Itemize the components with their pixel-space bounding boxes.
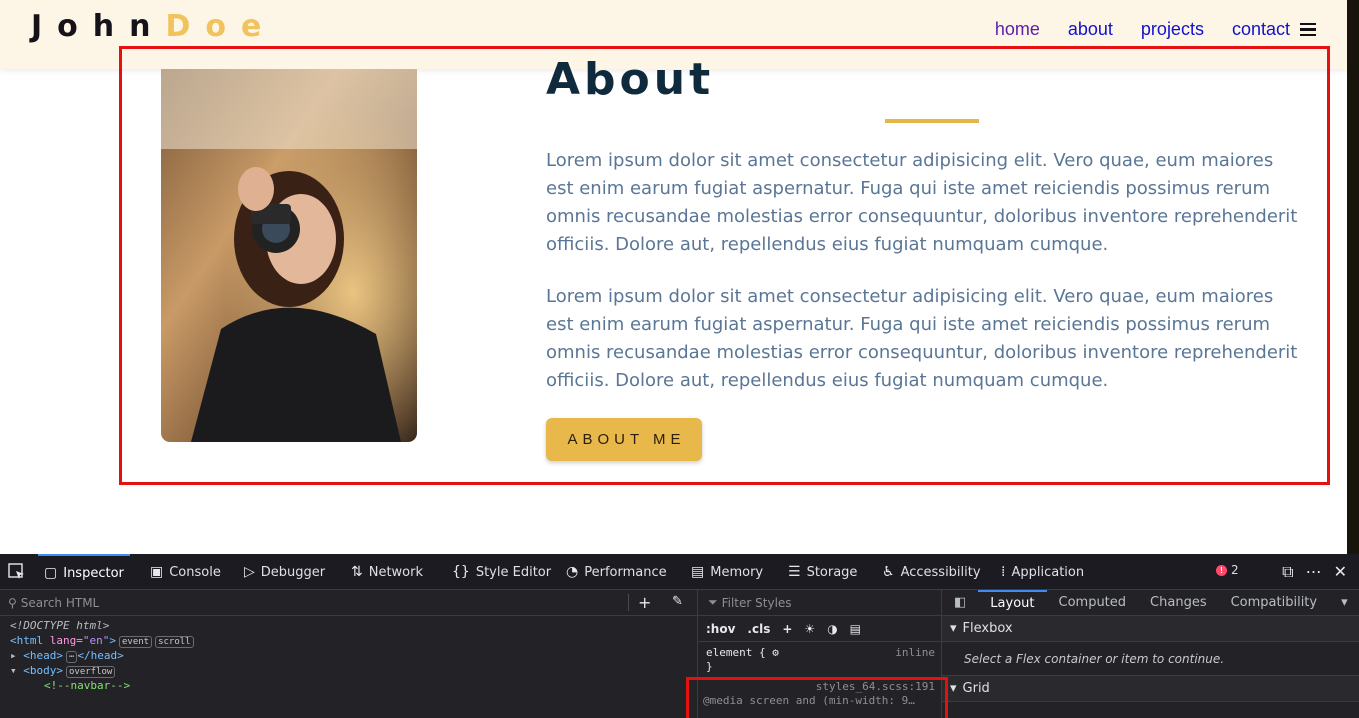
error-count-badge[interactable]: ! 2 <box>1216 563 1239 577</box>
page: JohnDoe home about projects contact Abou… <box>0 0 1359 718</box>
dark-mode-icon[interactable]: ◑ <box>827 622 837 636</box>
tab-network[interactable]: ⇅ Network <box>351 554 423 590</box>
html-pane: ⚲ Search HTML + ✎ <!DOCTYPE html> <html … <box>0 590 698 718</box>
error-icon: ! <box>1216 564 1227 576</box>
element-picker-icon[interactable] <box>8 563 26 581</box>
nav-link-projects[interactable]: projects <box>1141 19 1204 40</box>
performance-icon: ◔ <box>566 564 579 580</box>
search-html-bar: ⚲ Search HTML + ✎ <box>0 590 698 616</box>
gear-icon[interactable]: ⚙ <box>772 646 779 659</box>
search-html-input[interactable]: Search HTML <box>21 596 99 610</box>
memory-icon: ▤ <box>691 564 705 580</box>
filter-styles-input[interactable]: Filter Styles <box>722 596 792 610</box>
style-editor-icon: {} <box>452 564 470 580</box>
add-node-icon[interactable]: + <box>638 593 651 612</box>
toggle-sidebar-icon[interactable]: ◧ <box>942 590 978 616</box>
layout-pane: ◧ Layout Computed Changes Compatibility … <box>942 589 1359 718</box>
tab-debugger[interactable]: ▷ Debugger <box>244 554 325 590</box>
tab-changes[interactable]: Changes <box>1138 590 1219 616</box>
tab-application[interactable]: ⁞ Application <box>1001 554 1084 590</box>
search-icon: ⚲ <box>8 595 17 610</box>
nav-links: home about projects contact <box>967 19 1316 40</box>
devtools-panel: ▢ Inspector ▣ Console ▷ Debugger ⇅ Network {… <box>0 554 1359 718</box>
layout-tabs: ◧ Layout Computed Changes Compatibility … <box>942 589 1359 616</box>
inspector-icon: ▢ <box>44 565 58 581</box>
devtools-window-controls: ⧉ ⋯ ✕ <box>1282 562 1347 582</box>
code-line-comment[interactable]: <!--navbar--> <box>44 678 130 693</box>
logo-last-name: Doe <box>165 9 277 44</box>
code-line-html[interactable]: <html lang="en"> event scroll <box>10 633 194 648</box>
logo-first-name: John <box>31 9 166 44</box>
tab-storage[interactable]: ☰ Storage <box>788 554 857 590</box>
tab-computed[interactable]: Computed <box>1047 590 1139 616</box>
filter-icon: ⏷ <box>708 595 718 609</box>
nav-link-contact[interactable]: contact <box>1232 19 1290 40</box>
grid-section-header[interactable]: ▾ Grid <box>942 676 1359 702</box>
code-line-head[interactable]: ▸ <head> ⋯ </head> <box>10 648 124 663</box>
hamburger-menu-icon[interactable] <box>1300 22 1316 37</box>
tab-layout[interactable]: Layout <box>978 589 1047 616</box>
tab-console[interactable]: ▣ Console <box>150 554 221 590</box>
tab-performance[interactable]: ◔ Performance <box>566 554 667 590</box>
storage-icon: ☰ <box>788 564 801 580</box>
code-line-body[interactable]: ▾ <body> overflow <box>10 663 116 678</box>
code-line-doctype[interactable]: <!DOCTYPE html> <box>10 618 109 633</box>
inline-label: inline <box>895 646 935 659</box>
tab-inspector[interactable]: ▢ Inspector <box>38 554 130 590</box>
tab-memory[interactable]: ▤ Memory <box>691 554 763 590</box>
accessibility-icon: ♿ <box>882 564 895 580</box>
flexbox-message: Select a Flex container or item to conti… <box>942 642 1359 676</box>
debugger-icon: ▷ <box>244 564 255 580</box>
console-icon: ▣ <box>150 564 164 580</box>
nav-link-home[interactable]: home <box>995 19 1040 40</box>
tab-accessibility[interactable]: ♿ Accessibility <box>882 554 981 590</box>
devtools-toolbar: ▢ Inspector ▣ Console ▷ Debugger ⇅ Network {… <box>0 554 1359 590</box>
add-rule-icon[interactable]: + <box>782 622 792 636</box>
highlight-box-rules <box>686 677 948 718</box>
rules-toolbar: :hov .cls + ☀ ◑ ▤ <box>698 616 941 642</box>
print-media-icon[interactable]: ▤ <box>850 622 861 636</box>
chevron-down-icon[interactable]: ▾ <box>1329 590 1359 616</box>
highlight-box <box>119 46 1330 485</box>
application-icon: ⁞ <box>1001 564 1006 580</box>
light-mode-icon[interactable]: ☀ <box>804 622 815 636</box>
event-badge[interactable]: event <box>119 636 153 648</box>
close-icon[interactable]: ✕ <box>1334 562 1347 582</box>
site-logo[interactable]: JohnDoe <box>31 9 276 44</box>
eyedropper-icon[interactable]: ✎ <box>672 594 683 609</box>
dock-icon[interactable]: ⧉ <box>1282 562 1293 582</box>
element-rule[interactable]: element { ⚙} <box>706 646 779 674</box>
network-icon: ⇅ <box>351 564 363 580</box>
nav-link-about[interactable]: about <box>1068 19 1113 40</box>
hov-toggle[interactable]: :hov <box>706 622 735 636</box>
filter-styles-bar: ⏷ Filter Styles <box>698 590 941 616</box>
scroll-badge[interactable]: scroll <box>155 636 194 648</box>
cls-toggle[interactable]: .cls <box>747 622 770 636</box>
flexbox-section-header[interactable]: ▾ Flexbox <box>942 616 1359 642</box>
tab-compatibility[interactable]: Compatibility <box>1219 590 1330 616</box>
tab-style-editor[interactable]: {} Style Editor <box>452 554 551 590</box>
window-edge <box>1347 0 1359 554</box>
more-options-icon[interactable]: ⋯ <box>1306 562 1322 582</box>
overflow-badge[interactable]: overflow <box>66 666 116 678</box>
